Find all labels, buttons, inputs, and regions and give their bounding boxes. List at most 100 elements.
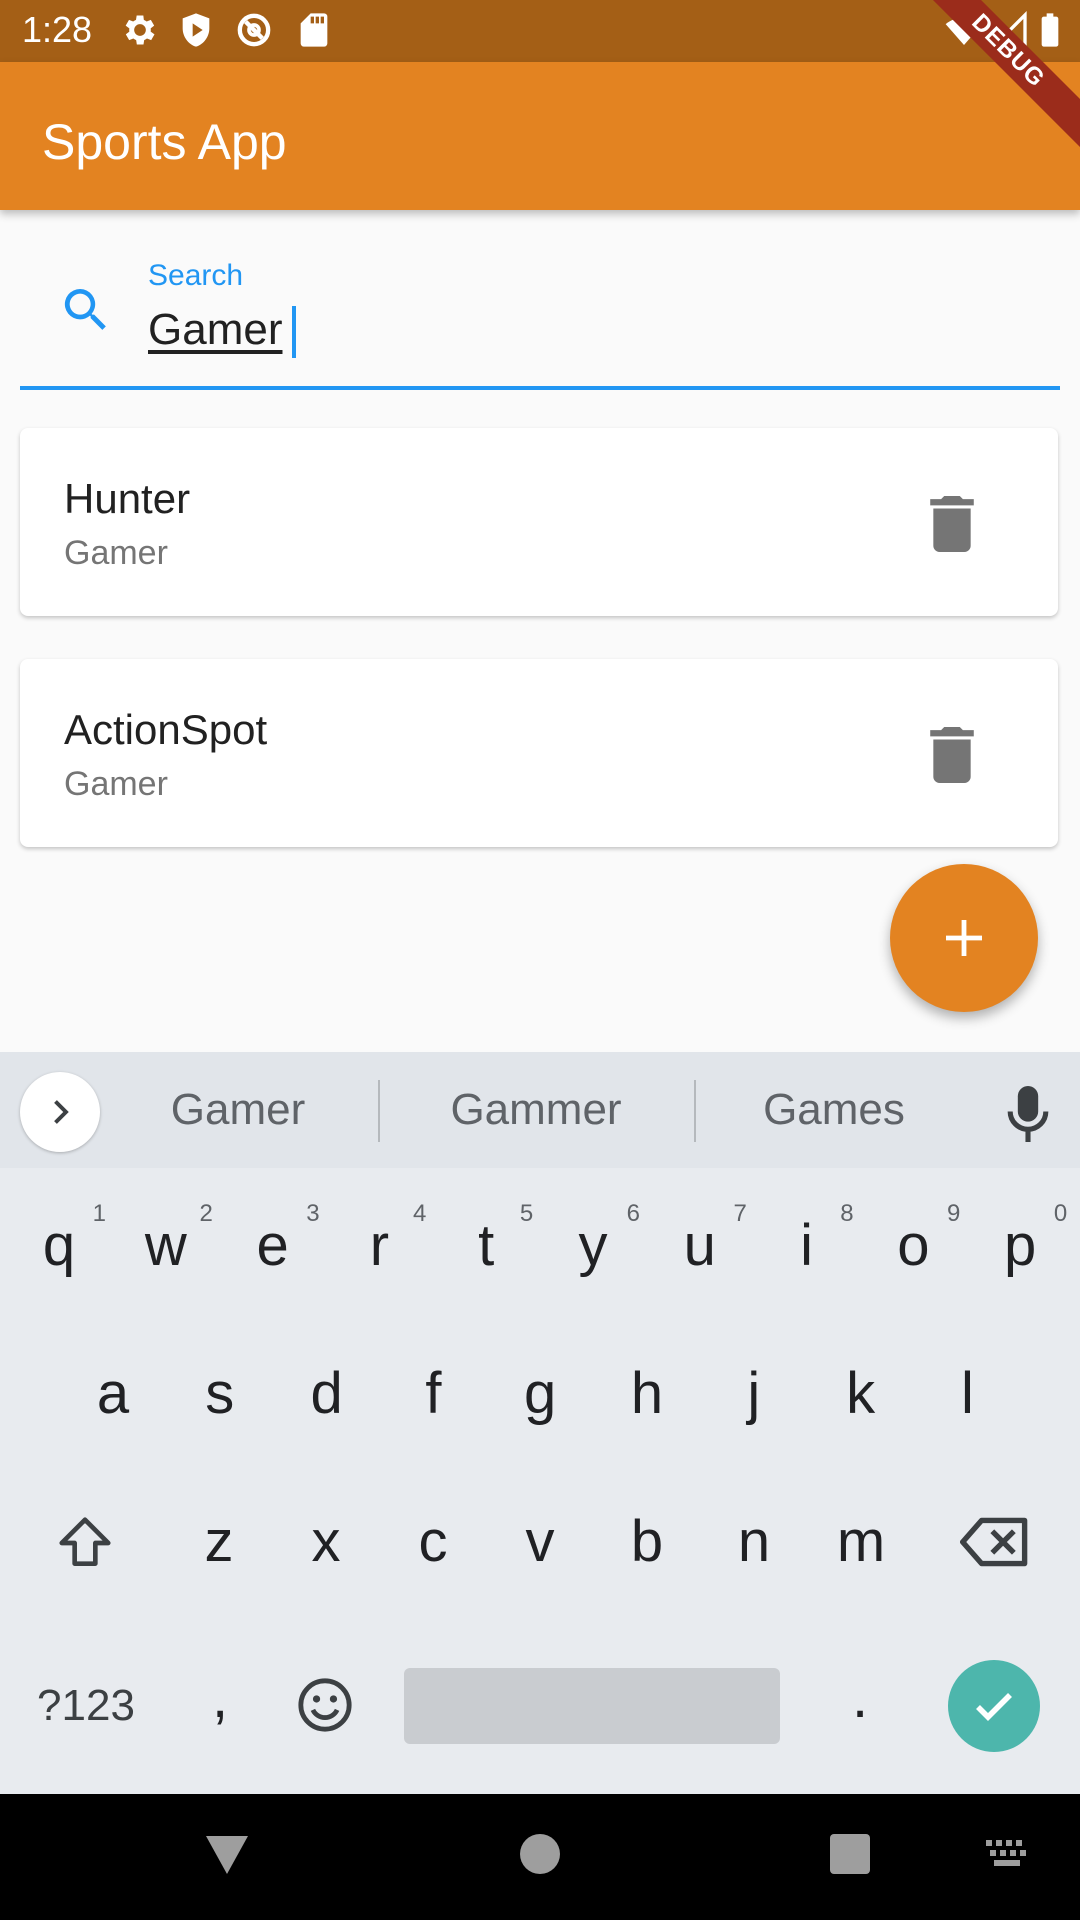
key-y[interactable]: y6 — [540, 1196, 646, 1296]
key-x[interactable]: x — [273, 1492, 379, 1592]
shift-icon — [59, 1517, 111, 1566]
key-j[interactable]: j — [701, 1344, 807, 1444]
key-g[interactable]: g — [487, 1344, 593, 1444]
suggestion-item[interactable]: Games — [734, 1082, 934, 1138]
key-l[interactable]: l — [914, 1344, 1020, 1444]
key-u[interactable]: u7 — [647, 1196, 753, 1296]
key-label: f — [425, 1361, 442, 1426]
key-label: l — [960, 1361, 974, 1426]
key-number-hint: 0 — [1053, 1200, 1068, 1227]
list-item-title: Hunter — [64, 475, 191, 522]
keyboard-switch-icon[interactable] — [986, 1840, 1030, 1870]
symbols-key[interactable]: ?123 — [24, 1656, 148, 1756]
key-label: d — [310, 1361, 343, 1426]
key-label: k — [846, 1361, 876, 1426]
key-label: a — [96, 1361, 130, 1426]
suggestion-bar: Gamer Gammer Games — [0, 1052, 1080, 1168]
key-k[interactable]: k — [808, 1344, 914, 1444]
key-number-hint: 9 — [947, 1200, 961, 1227]
key-label: b — [630, 1509, 664, 1574]
key-label: h — [630, 1361, 664, 1426]
key-label: t — [478, 1213, 495, 1278]
key-h[interactable]: h — [594, 1344, 700, 1444]
add-icon — [946, 920, 982, 956]
key-label: e — [256, 1213, 289, 1278]
key-label: p — [1004, 1213, 1037, 1278]
delete-icon[interactable] — [928, 727, 976, 783]
search-input[interactable]: Gamer — [148, 304, 282, 356]
period-key[interactable]: . — [820, 1648, 900, 1748]
key-d[interactable]: d — [274, 1344, 380, 1444]
key-label: u — [683, 1213, 716, 1278]
key-label: n — [737, 1509, 771, 1574]
space-key[interactable] — [404, 1668, 780, 1744]
key-label: r — [369, 1213, 390, 1278]
microphone-icon[interactable] — [1006, 1086, 1050, 1142]
system-nav-bar — [0, 1794, 1080, 1920]
sd-card-icon — [300, 13, 328, 47]
emoji-key[interactable] — [290, 1656, 360, 1756]
key-o[interactable]: o9 — [860, 1196, 966, 1296]
list-item[interactable]: Hunter Gamer — [20, 428, 1058, 616]
key-q[interactable]: q1 — [6, 1196, 112, 1296]
key-label: g — [524, 1361, 557, 1426]
shift-key[interactable] — [40, 1492, 130, 1592]
key-label: i — [800, 1213, 814, 1278]
key-number-hint: 4 — [413, 1200, 427, 1227]
key-number-hint: 1 — [92, 1200, 106, 1227]
suggestion-item[interactable]: Gamer — [138, 1082, 338, 1138]
expand-suggestions-button[interactable] — [20, 1072, 100, 1152]
suggestion-item[interactable]: Gammer — [430, 1082, 642, 1138]
key-v[interactable]: v — [487, 1492, 593, 1592]
shield-icon — [182, 13, 210, 47]
key-c[interactable]: c — [380, 1492, 486, 1592]
list-item[interactable]: ActionSpot Gamer — [20, 659, 1058, 847]
key-number-hint: 6 — [626, 1200, 640, 1227]
key-label: x — [311, 1509, 341, 1574]
emoji-icon — [298, 1678, 352, 1732]
key-label: w — [144, 1213, 187, 1278]
key-number-hint: 8 — [840, 1200, 854, 1227]
key-label: q — [42, 1213, 76, 1278]
key-label: c — [418, 1509, 448, 1574]
back-icon[interactable] — [204, 1834, 250, 1876]
chevron-right-icon — [54, 1100, 69, 1124]
search-icon — [64, 289, 106, 330]
key-label: v — [525, 1509, 555, 1574]
key-label: z — [204, 1509, 234, 1574]
suggestion-divider — [378, 1080, 380, 1142]
delete-icon[interactable] — [928, 496, 976, 552]
key-p[interactable]: p0 — [967, 1196, 1073, 1296]
key-w[interactable]: w2 — [113, 1196, 219, 1296]
search-field[interactable]: Search Gamer — [20, 250, 1060, 390]
key-i[interactable]: i8 — [754, 1196, 860, 1296]
key-label: s — [205, 1361, 235, 1426]
battery-icon — [1041, 13, 1059, 47]
status-time: 1:28 — [22, 9, 93, 50]
backspace-key[interactable] — [950, 1492, 1040, 1592]
key-n[interactable]: n — [701, 1492, 807, 1592]
comma-key[interactable]: , — [180, 1648, 260, 1748]
enter-key[interactable] — [948, 1660, 1040, 1752]
list-item-title: ActionSpot — [64, 706, 268, 753]
app-bar: Sports App — [0, 62, 1080, 210]
key-number-hint: 7 — [733, 1200, 747, 1227]
key-m[interactable]: m — [808, 1492, 914, 1592]
recents-icon[interactable] — [830, 1834, 870, 1874]
home-icon[interactable] — [520, 1834, 560, 1874]
soft-keyboard: Gamer Gammer Games q1w2e3r4t5y6u7i8o9p0 … — [0, 1052, 1080, 1794]
check-icon — [976, 1693, 1012, 1721]
key-b[interactable]: b — [594, 1492, 700, 1592]
status-bar: 1:28 — [0, 0, 1080, 62]
key-a[interactable]: a — [60, 1344, 166, 1444]
add-button[interactable] — [890, 864, 1038, 1012]
key-r[interactable]: r4 — [326, 1196, 432, 1296]
key-z[interactable]: z — [166, 1492, 272, 1592]
key-t[interactable]: t5 — [433, 1196, 539, 1296]
key-s[interactable]: s — [167, 1344, 273, 1444]
key-e[interactable]: e3 — [220, 1196, 326, 1296]
sync-icon — [237, 13, 271, 47]
key-f[interactable]: f — [380, 1344, 486, 1444]
search-label: Search — [148, 259, 244, 292]
suggestion-divider — [694, 1080, 696, 1142]
